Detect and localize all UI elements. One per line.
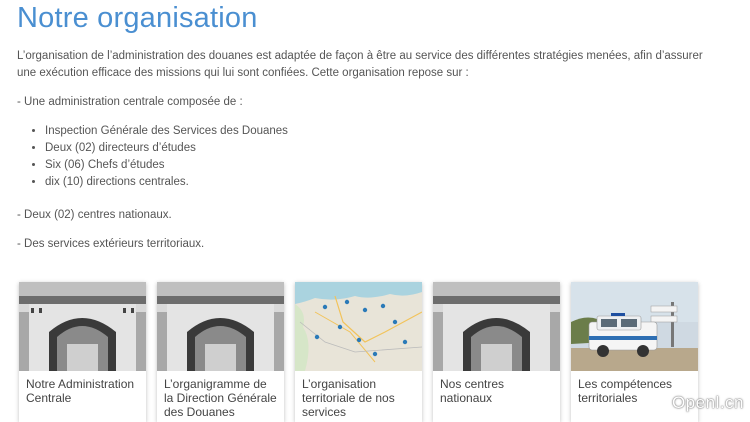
- list-item: Deux (02) directeurs d’études: [45, 140, 288, 157]
- cards-row: Notre Administration Centrale L’organigr…: [19, 282, 719, 422]
- card-caption: Nos centres nationaux: [440, 377, 505, 405]
- page-title: Notre organisation: [17, 2, 258, 34]
- intro-paragraph: L’organisation de l’administration des d…: [17, 50, 703, 79]
- building-gate-image: [433, 282, 560, 371]
- card-central-administration[interactable]: Notre Administration Centrale: [19, 282, 146, 422]
- central-administration-list: Inspection Générale des Services des Dou…: [32, 123, 288, 191]
- card-national-centers[interactable]: Nos centres nationaux: [433, 282, 560, 422]
- watermark: Openl.cn: [671, 393, 744, 412]
- external-services-line: - Des services extérieurs territoriaux.: [17, 238, 205, 250]
- list-item: dix (10) directions centrales.: [45, 174, 288, 191]
- customs-vehicle-image: [571, 282, 698, 371]
- card-territorial-organisation[interactable]: L’organisation territoriale de nos servi…: [295, 282, 422, 422]
- card-caption: L’organisation territoriale de nos servi…: [302, 377, 395, 419]
- central-administration-heading: - Une administration centrale composée d…: [17, 96, 243, 108]
- building-gate-image: [19, 282, 146, 371]
- card-caption: Notre Administration Centrale: [26, 377, 135, 405]
- card-organigram[interactable]: L’organigramme de la Direction Générale …: [157, 282, 284, 422]
- list-item: Six (06) Chefs d’études: [45, 157, 288, 174]
- map-image: [295, 282, 422, 371]
- list-item: Inspection Générale des Services des Dou…: [45, 123, 288, 140]
- national-centers-line: - Deux (02) centres nationaux.: [17, 209, 172, 221]
- building-gate-image: [157, 282, 284, 371]
- card-caption: L’organigramme de la Direction Générale …: [164, 377, 277, 419]
